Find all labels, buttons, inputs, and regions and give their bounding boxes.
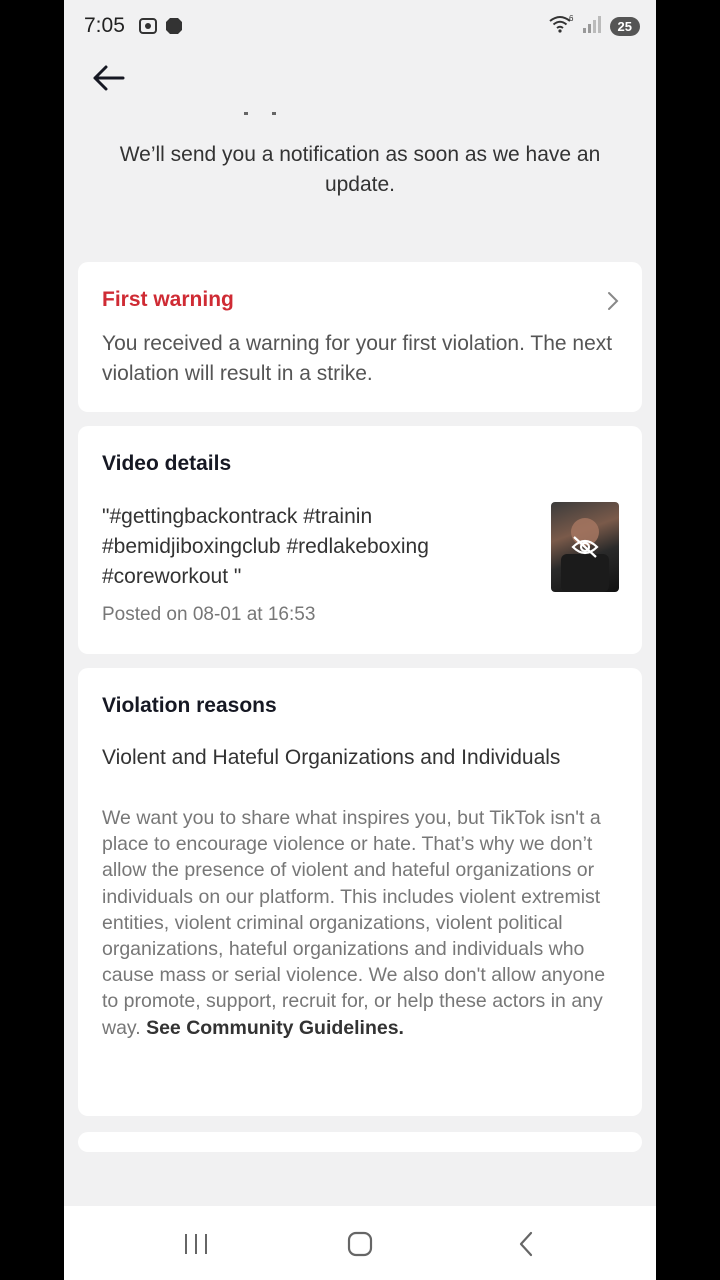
warning-title: First warning <box>102 288 234 311</box>
violation-description: We want you to share what inspires you, … <box>102 805 622 1041</box>
signal-icon <box>582 14 602 39</box>
violation-reasons-title: Violation reasons <box>102 694 277 717</box>
back-icon <box>519 1231 533 1257</box>
svg-text:6: 6 <box>569 14 574 23</box>
system-nav-bar <box>64 1206 656 1280</box>
status-bar: 7:05 6 25 <box>64 0 656 54</box>
status-time: 7:05 <box>84 14 125 37</box>
next-card-partial <box>78 1132 642 1152</box>
violation-text: We want you to share what inspires you, … <box>102 807 606 1039</box>
clipped-text-fragment <box>244 112 276 115</box>
wifi-icon: 6 <box>548 14 574 39</box>
recording-icon <box>164 16 184 41</box>
violation-reasons-card: Violation reasons Violent and Hateful Or… <box>78 668 642 1116</box>
video-details-title: Video details <box>102 452 232 475</box>
back-button[interactable] <box>88 58 128 98</box>
video-thumbnail[interactable] <box>551 502 619 592</box>
notification-notice: We’ll send you a notification as soon as… <box>119 143 601 196</box>
arrow-left-icon <box>93 65 125 91</box>
home-icon <box>347 1231 373 1257</box>
violation-subtitle: Violent and Hateful Organizations and In… <box>102 746 561 769</box>
recent-apps-button[interactable] <box>176 1224 216 1264</box>
nav-back-button[interactable] <box>506 1224 546 1264</box>
video-details-card: Video details "#gettingbackontrack #trai… <box>78 426 642 654</box>
chevron-right-icon <box>608 292 619 310</box>
home-button[interactable] <box>340 1224 380 1264</box>
warning-card[interactable]: First warning You received a warning for… <box>78 262 642 412</box>
phone-screen: 7:05 6 25 We’ll send you a notification … <box>64 0 656 1280</box>
battery-icon: 25 <box>609 17 640 36</box>
recent-apps-icon <box>185 1234 207 1254</box>
posted-date: Posted on 08-01 at 16:53 <box>102 604 316 625</box>
warning-body: You received a warning for your first vi… <box>102 332 613 385</box>
video-caption: "#gettingbackontrack #trainin #bemidjibo… <box>102 505 429 588</box>
screenshot-icon <box>138 16 158 41</box>
community-guidelines-link[interactable]: See Community Guidelines. <box>146 1017 404 1039</box>
